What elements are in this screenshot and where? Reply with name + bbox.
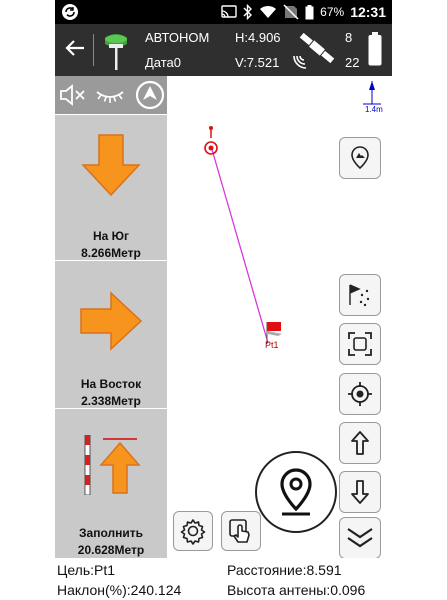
v-precision: V:7.521 [235, 55, 280, 70]
satellite-icon[interactable] [293, 30, 337, 70]
map-pin-large-icon [280, 468, 312, 516]
slope-value: Наклон(%):240.124 [57, 582, 182, 598]
zoom-extent-button[interactable] [339, 323, 381, 365]
arrow-up-icon [351, 431, 369, 455]
double-chevron-down-icon [347, 528, 373, 548]
status-bar: 67% 12:31 [55, 0, 392, 24]
map-view[interactable]: Pt1 1.4m [167, 76, 392, 559]
collapse-tools-button[interactable] [339, 517, 381, 559]
no-sim-icon [283, 4, 299, 20]
cast-icon [221, 5, 237, 18]
fill-up-icon [84, 435, 141, 495]
wifi-icon [260, 5, 277, 18]
date-label: Дата0 [145, 55, 182, 70]
app-badge-icon [61, 3, 79, 26]
nav-fill-value: 20.628Метр [77, 543, 145, 557]
stakeout-nav-panel: На Юг 8.266Метр На Восток 2.338Метр Запо… [55, 76, 167, 558]
current-position-icon [204, 126, 218, 155]
center-location-button[interactable] [339, 373, 381, 415]
arrow-right-icon [80, 291, 143, 351]
panel-toolbar [55, 76, 167, 114]
point-cloud-icon [349, 284, 370, 307]
back-arrow-icon[interactable] [63, 36, 87, 60]
nav-east: На Восток 2.338Метр [55, 260, 167, 408]
nav-east-value: 2.338Метр [81, 394, 141, 408]
settings-button[interactable] [173, 511, 213, 551]
battery-icon [305, 4, 314, 19]
eye-closed-icon[interactable] [95, 86, 125, 104]
nav-south-label: На Юг [92, 229, 130, 243]
stakeout-info-bar: Цель:Pt1 Расстояние:8.591 Наклон(%):240.… [55, 558, 392, 600]
bluetooth-icon [243, 4, 253, 20]
location-marker-button[interactable] [339, 137, 381, 179]
mute-icon[interactable] [59, 84, 87, 106]
crosshair-icon [348, 382, 372, 406]
gear-icon [180, 519, 206, 545]
app-header: АВТОНОМ Дата0 H:4.906 V:7.521 8 22 [55, 24, 392, 76]
track-line [210, 145, 269, 344]
header-divider [93, 34, 94, 66]
stake-point-button[interactable] [255, 451, 337, 533]
receiver-battery-icon [368, 32, 382, 66]
distance-value: Расстояние:8.591 [227, 562, 342, 578]
nav-fill-label: Заполнить [79, 526, 143, 540]
antenna-height-value: Высота антены:0.096 [227, 582, 366, 598]
solution-mode: АВТОНОМ [145, 30, 210, 45]
nav-south-value: 8.266Метр [81, 246, 141, 260]
touch-hand-icon [229, 519, 250, 543]
target-name: Цель:Pt1 [57, 562, 116, 578]
satellites-visible: 22 [345, 55, 360, 70]
battery-percent: 67% [320, 5, 345, 19]
gnss-rover-icon[interactable] [101, 30, 131, 70]
arrow-down-icon [81, 134, 141, 197]
nav-east-label: На Восток [80, 377, 142, 391]
next-point-button[interactable] [339, 471, 381, 513]
fit-screen-icon [348, 332, 372, 356]
satellites-used: 8 [345, 30, 353, 45]
compass-icon[interactable] [135, 80, 165, 110]
touch-select-button[interactable] [221, 511, 261, 551]
h-precision: H:4.906 [235, 30, 281, 45]
north-arrow-icon [363, 81, 381, 105]
arrow-down-outline-icon [351, 480, 369, 504]
previous-point-button[interactable] [339, 422, 381, 464]
nav-fill: Заполнить 20.628Метр [55, 408, 167, 558]
survey-points-button[interactable] [339, 274, 381, 316]
scale-label: 1.4m [365, 105, 383, 114]
map-pin-icon [351, 146, 369, 170]
clock: 12:31 [350, 4, 386, 20]
nav-south: На Юг 8.266Метр [55, 114, 167, 260]
target-point-label: Pt1 [265, 340, 279, 350]
